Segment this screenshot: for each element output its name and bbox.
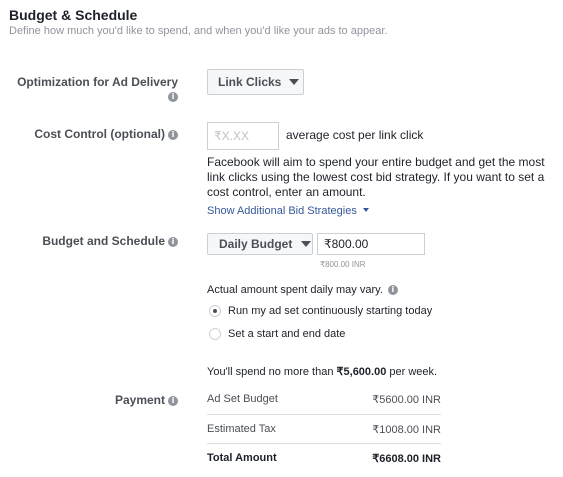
budget-type-dropdown[interactable]: Daily Budget bbox=[207, 233, 313, 255]
radio-option-continuous[interactable]: Run my ad set continuously starting toda… bbox=[209, 305, 432, 317]
payment-row-name: Estimated Tax bbox=[207, 423, 276, 435]
caret-down-icon bbox=[362, 208, 369, 212]
budget-type-value: Daily Budget bbox=[219, 237, 293, 251]
info-icon[interactable]: i bbox=[168, 130, 178, 140]
budget-label: Budget and Schedule bbox=[42, 234, 165, 248]
optimization-value: Link Clicks bbox=[218, 75, 282, 89]
payment-row-value: ₹1008.00 INR bbox=[372, 424, 441, 436]
cost-control-suffix: average cost per link click bbox=[286, 128, 424, 142]
caret-down-icon bbox=[289, 79, 300, 85]
payment-total-value: ₹6608.00 INR bbox=[372, 453, 441, 465]
weekly-spend-prefix: You'll spend no more than bbox=[207, 366, 337, 378]
cost-control-label-row: Cost Control (optional) i bbox=[8, 127, 178, 141]
variance-note: Actual amount spent daily may vary. bbox=[207, 284, 383, 296]
weekly-spend-amount: ₹5,600.00 bbox=[336, 366, 387, 378]
payment-row-name: Ad Set Budget bbox=[207, 393, 278, 405]
payment-row-value: ₹5600.00 INR bbox=[372, 394, 441, 406]
show-bid-strategies-link[interactable]: Show Additional Bid Strategies bbox=[207, 205, 369, 217]
radio-button-selected[interactable] bbox=[209, 305, 221, 317]
radio-option-date-range-label: Set a start and end date bbox=[228, 328, 346, 340]
divider bbox=[207, 443, 441, 444]
section-subtitle: Define how much you'd like to spend, and… bbox=[9, 25, 388, 37]
cost-control-label: Cost Control (optional) bbox=[34, 127, 165, 141]
section-title: Budget & Schedule bbox=[9, 7, 138, 23]
weekly-spend-suffix: per week. bbox=[386, 366, 438, 378]
radio-option-continuous-label: Run my ad set continuously starting toda… bbox=[228, 305, 433, 317]
payment-label: Payment bbox=[114, 393, 165, 407]
budget-label-row: Budget and Schedule i bbox=[8, 234, 178, 248]
budget-amount-input[interactable]: ₹800.00 bbox=[317, 233, 425, 255]
payment-total-name: Total Amount bbox=[207, 452, 277, 464]
cost-control-input[interactable]: ₹X.XX bbox=[207, 122, 279, 150]
cost-control-placeholder: ₹X.XX bbox=[214, 129, 249, 143]
divider bbox=[207, 414, 441, 415]
info-icon[interactable]: i bbox=[168, 396, 178, 406]
budget-amount-value: ₹800.00 bbox=[324, 237, 369, 251]
optimization-label: Optimization for Ad Delivery bbox=[17, 75, 178, 89]
weekly-spend-note: You'll spend no more than ₹5,600.00 per … bbox=[207, 365, 437, 378]
budget-amount-note: ₹800.00 INR bbox=[320, 260, 366, 269]
optimization-label-row: Optimization for Ad Delivery i bbox=[8, 75, 178, 103]
optimization-dropdown[interactable]: Link Clicks bbox=[207, 69, 304, 95]
show-bid-strategies-label: Show Additional Bid Strategies bbox=[207, 205, 357, 217]
info-icon[interactable]: i bbox=[387, 285, 398, 295]
radio-button[interactable] bbox=[209, 328, 221, 340]
radio-option-date-range[interactable]: Set a start and end date bbox=[209, 328, 345, 340]
caret-down-icon bbox=[301, 241, 312, 247]
cost-control-help: Facebook will aim to spend your entire b… bbox=[207, 155, 545, 199]
variance-note-row: Actual amount spent daily may vary. i bbox=[207, 284, 398, 296]
payment-label-row: Payment i bbox=[8, 393, 178, 407]
info-icon[interactable]: i bbox=[168, 92, 178, 102]
info-icon[interactable]: i bbox=[168, 237, 178, 247]
